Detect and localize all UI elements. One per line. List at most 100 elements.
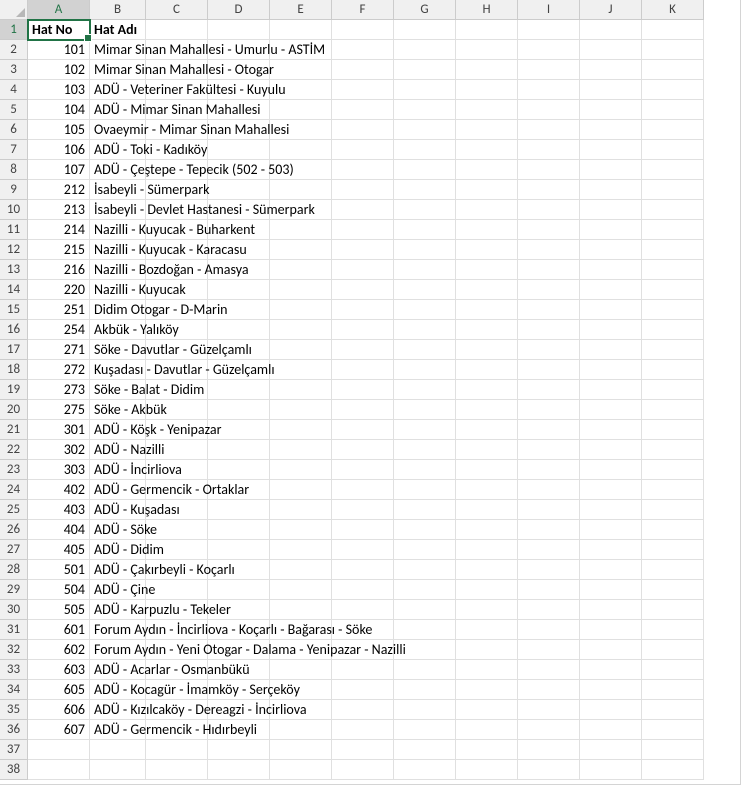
cell-H11[interactable]: [456, 220, 518, 240]
cell-H19[interactable]: [456, 380, 518, 400]
cell-B17[interactable]: Söke - Davutlar - Güzelçamlı: [90, 340, 146, 360]
cell-J30[interactable]: [580, 600, 642, 620]
cell-I9[interactable]: [518, 180, 580, 200]
cell-E36[interactable]: [270, 720, 332, 740]
cell-C23[interactable]: [146, 460, 208, 480]
cell-C5[interactable]: [146, 100, 208, 120]
cell-D28[interactable]: [208, 560, 270, 580]
cell-F27[interactable]: [332, 540, 394, 560]
cell-J33[interactable]: [580, 660, 642, 680]
cell-J20[interactable]: [580, 400, 642, 420]
cell-G25[interactable]: [394, 500, 456, 520]
cell-G29[interactable]: [394, 580, 456, 600]
cell-D30[interactable]: [208, 600, 270, 620]
cell-F30[interactable]: [332, 600, 394, 620]
row-header[interactable]: 33: [0, 660, 28, 680]
cell-F19[interactable]: [332, 380, 394, 400]
cell-F33[interactable]: [332, 660, 394, 680]
cell-A32[interactable]: 602: [28, 640, 90, 660]
cell-J22[interactable]: [580, 440, 642, 460]
row-header[interactable]: 26: [0, 520, 28, 540]
cell-F12[interactable]: [332, 240, 394, 260]
cell-G38[interactable]: [394, 760, 456, 780]
cell-F38[interactable]: [332, 760, 394, 780]
cell-F22[interactable]: [332, 440, 394, 460]
cell-G2[interactable]: [394, 40, 456, 60]
cell-E23[interactable]: [270, 460, 332, 480]
cell-D33[interactable]: [208, 660, 270, 680]
cell-E22[interactable]: [270, 440, 332, 460]
row-header[interactable]: 4: [0, 80, 28, 100]
cell-B31[interactable]: Forum Aydın - İncirliova - Koçarlı - Bağ…: [90, 620, 146, 640]
cell-F11[interactable]: [332, 220, 394, 240]
cell-H1[interactable]: [456, 20, 518, 40]
cell-G27[interactable]: [394, 540, 456, 560]
cell-D36[interactable]: [208, 720, 270, 740]
row-header[interactable]: 19: [0, 380, 28, 400]
cell-K7[interactable]: [642, 140, 704, 160]
cell-H5[interactable]: [456, 100, 518, 120]
cell-K29[interactable]: [642, 580, 704, 600]
cell-F6[interactable]: [332, 120, 394, 140]
cell-D17[interactable]: [208, 340, 270, 360]
cell-D7[interactable]: [208, 140, 270, 160]
row-header[interactable]: 24: [0, 480, 28, 500]
cell-I33[interactable]: [518, 660, 580, 680]
cell-D38[interactable]: [208, 760, 270, 780]
cell-E10[interactable]: [270, 200, 332, 220]
cell-J10[interactable]: [580, 200, 642, 220]
cell-I32[interactable]: [518, 640, 580, 660]
cell-A34[interactable]: 605: [28, 680, 90, 700]
cell-D20[interactable]: [208, 400, 270, 420]
cell-F16[interactable]: [332, 320, 394, 340]
cell-H13[interactable]: [456, 260, 518, 280]
cell-D27[interactable]: [208, 540, 270, 560]
cell-B36[interactable]: ADÜ - Germencik - Hıdırbeyli: [90, 720, 146, 740]
cell-B28[interactable]: ADÜ - Çakırbeyli - Koçarlı: [90, 560, 146, 580]
cell-I22[interactable]: [518, 440, 580, 460]
cell-G5[interactable]: [394, 100, 456, 120]
cell-A15[interactable]: 251: [28, 300, 90, 320]
col-header-I[interactable]: I: [518, 0, 580, 20]
cell-E27[interactable]: [270, 540, 332, 560]
cell-B15[interactable]: Didim Otogar - D-Marin: [90, 300, 146, 320]
cell-H35[interactable]: [456, 700, 518, 720]
cell-A18[interactable]: 272: [28, 360, 90, 380]
cell-K37[interactable]: [642, 740, 704, 760]
cell-K32[interactable]: [642, 640, 704, 660]
cell-H9[interactable]: [456, 180, 518, 200]
cell-H28[interactable]: [456, 560, 518, 580]
cell-G1[interactable]: [394, 20, 456, 40]
cell-B1[interactable]: Hat Adı: [90, 20, 146, 40]
cell-F14[interactable]: [332, 280, 394, 300]
cell-D11[interactable]: [208, 220, 270, 240]
cell-B23[interactable]: ADÜ - İncirliova: [90, 460, 146, 480]
cell-K2[interactable]: [642, 40, 704, 60]
cell-K21[interactable]: [642, 420, 704, 440]
cell-C38[interactable]: [146, 760, 208, 780]
cell-E33[interactable]: [270, 660, 332, 680]
cell-F24[interactable]: [332, 480, 394, 500]
cell-E29[interactable]: [270, 580, 332, 600]
cell-C29[interactable]: [146, 580, 208, 600]
cell-B38[interactable]: [90, 760, 146, 780]
cell-D10[interactable]: [208, 200, 270, 220]
cell-F26[interactable]: [332, 520, 394, 540]
cell-I6[interactable]: [518, 120, 580, 140]
cell-I16[interactable]: [518, 320, 580, 340]
cell-I17[interactable]: [518, 340, 580, 360]
cell-E26[interactable]: [270, 520, 332, 540]
cell-E18[interactable]: [270, 360, 332, 380]
row-header[interactable]: 31: [0, 620, 28, 640]
cell-I20[interactable]: [518, 400, 580, 420]
cell-C37[interactable]: [146, 740, 208, 760]
cell-B29[interactable]: ADÜ - Çine: [90, 580, 146, 600]
row-header[interactable]: 8: [0, 160, 28, 180]
cell-H14[interactable]: [456, 280, 518, 300]
cell-E6[interactable]: [270, 120, 332, 140]
cell-K17[interactable]: [642, 340, 704, 360]
cell-C31[interactable]: [146, 620, 208, 640]
cell-J9[interactable]: [580, 180, 642, 200]
cell-K14[interactable]: [642, 280, 704, 300]
cell-D18[interactable]: [208, 360, 270, 380]
